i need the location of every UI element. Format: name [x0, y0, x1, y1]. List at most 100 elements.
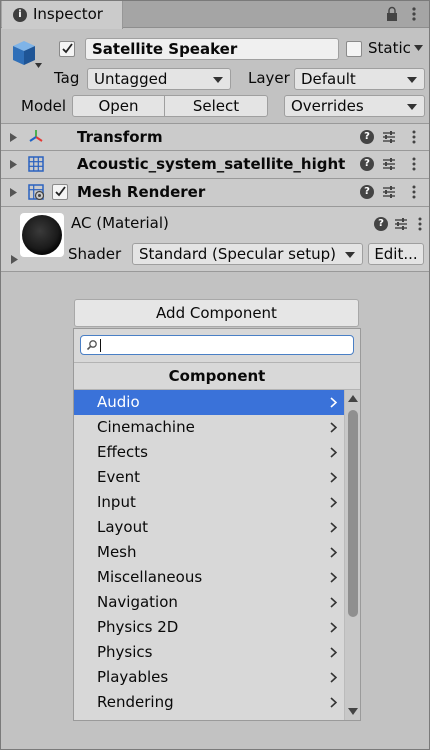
chevron-right-icon: [330, 522, 337, 533]
layer-value: Default: [301, 70, 356, 88]
presets-icon[interactable]: [382, 130, 396, 144]
component-category-item[interactable]: Mesh: [74, 540, 344, 565]
static-checkbox[interactable]: [346, 41, 362, 57]
scroll-up-arrow-icon[interactable]: [348, 395, 358, 402]
component-category-item[interactable]: Physics 2D: [74, 615, 344, 640]
component-category-label: Layout: [97, 518, 148, 536]
component-category-label: Mesh: [97, 543, 137, 561]
add-component-button[interactable]: Add Component: [74, 299, 359, 327]
open-button[interactable]: Open: [72, 95, 165, 117]
component-title: Acoustic_system_satellite_hight: [77, 155, 346, 173]
shader-value: Standard (Specular setup): [139, 245, 336, 263]
overrides-dropdown[interactable]: Overrides: [284, 95, 425, 117]
help-icon[interactable]: ?: [360, 130, 374, 144]
chevron-right-icon: [330, 697, 337, 708]
component-category-label: Navigation: [97, 593, 178, 611]
presets-icon[interactable]: [382, 157, 396, 171]
component-search-input[interactable]: [101, 337, 341, 353]
component-category-label: Physics: [97, 643, 153, 661]
help-icon[interactable]: ?: [360, 157, 374, 171]
tag-label: Tag: [54, 69, 80, 87]
more-options-icon[interactable]: [412, 156, 416, 172]
component-category-item[interactable]: Event: [74, 465, 344, 490]
object-name-field[interactable]: Satellite Speaker: [85, 38, 339, 60]
transform-icon: [29, 130, 43, 142]
checkmark-icon: [55, 186, 66, 197]
more-options-icon[interactable]: [412, 129, 416, 145]
active-checkbox[interactable]: [59, 41, 75, 57]
layer-label: Layer: [248, 69, 290, 87]
search-icon: [86, 340, 97, 351]
add-component-popup: Component Audio Cinemachine Effects Event In…: [73, 328, 361, 721]
chevron-right-icon: [330, 597, 337, 608]
presets-icon[interactable]: [394, 217, 408, 231]
help-icon[interactable]: ?: [360, 185, 374, 199]
material-preview-thumbnail[interactable]: [22, 215, 62, 255]
component-category-item[interactable]: Layout: [74, 515, 344, 540]
component-category-label: Event: [97, 468, 140, 486]
static-dropdown-icon[interactable]: [414, 45, 423, 51]
component-category-label: Miscellaneous: [97, 568, 203, 586]
more-options-icon[interactable]: [408, 6, 420, 22]
model-label: Model: [21, 97, 67, 115]
component-category-label: Effects: [97, 443, 148, 461]
lock-icon[interactable]: [385, 6, 399, 22]
component-transform[interactable]: Transform ?: [1, 123, 429, 151]
overrides-label: Overrides: [291, 97, 364, 115]
component-category-item[interactable]: Audio: [74, 390, 344, 415]
edit-shader-button[interactable]: Edit...: [368, 243, 424, 265]
foldout-arrow-icon[interactable]: [11, 255, 18, 264]
foldout-arrow-icon[interactable]: [10, 133, 17, 142]
presets-icon[interactable]: [382, 185, 396, 199]
select-button[interactable]: Select: [164, 95, 268, 117]
tab-inspector[interactable]: i Inspector: [2, 1, 123, 29]
mesh-renderer-enabled-checkbox[interactable]: [52, 184, 68, 200]
help-icon[interactable]: ?: [374, 217, 388, 231]
foldout-arrow-icon[interactable]: [10, 188, 17, 197]
chevron-right-icon: [330, 622, 337, 633]
tab-bar: i Inspector: [1, 1, 429, 29]
tab-label: Inspector: [33, 5, 103, 23]
chevron-right-icon: [330, 472, 337, 483]
component-category-item[interactable]: Rendering: [74, 690, 344, 715]
scrollbar-thumb[interactable]: [348, 410, 358, 617]
chevron-right-icon: [330, 572, 337, 583]
shader-label: Shader: [68, 245, 122, 263]
chevron-right-icon: [330, 397, 337, 408]
chevron-down-icon: [345, 252, 355, 258]
prefab-cube-icon[interactable]: [9, 37, 43, 73]
component-category-item[interactable]: Playables: [74, 665, 344, 690]
component-category-item[interactable]: Physics: [74, 640, 344, 665]
shader-dropdown[interactable]: Standard (Specular setup): [132, 243, 363, 265]
component-category-label: Input: [97, 493, 136, 511]
vertical-scrollbar[interactable]: [344, 390, 360, 720]
static-label: Static: [368, 39, 411, 57]
component-category-list: Audio Cinemachine Effects Event Input Layout M…: [74, 390, 344, 720]
component-title: Transform: [77, 128, 163, 146]
chevron-right-icon: [330, 447, 337, 458]
mesh-renderer-icon: [28, 184, 44, 200]
scroll-down-arrow-icon[interactable]: [348, 708, 358, 715]
foldout-arrow-icon[interactable]: [10, 160, 17, 169]
component-category-item[interactable]: Miscellaneous: [74, 565, 344, 590]
material-title: AC (Material): [71, 214, 169, 232]
component-category-label: Playables: [97, 668, 169, 686]
component-mesh-renderer[interactable]: Mesh Renderer ?: [1, 178, 429, 206]
component-category-label: Physics 2D: [97, 618, 179, 636]
component-mesh-filter[interactable]: Acoustic_system_satellite_hight ?: [1, 150, 429, 178]
more-options-icon[interactable]: [412, 184, 416, 200]
component-category-item[interactable]: Cinemachine: [74, 415, 344, 440]
chevron-right-icon: [330, 647, 337, 658]
component-category-item[interactable]: Navigation: [74, 590, 344, 615]
component-category-label: Rendering: [97, 693, 174, 711]
tag-dropdown[interactable]: Untagged: [87, 68, 231, 90]
chevron-right-icon: [330, 547, 337, 558]
component-category-item[interactable]: Effects: [74, 440, 344, 465]
mesh-filter-icon: [28, 156, 44, 172]
component-search-box[interactable]: [80, 335, 354, 355]
more-options-icon[interactable]: [418, 216, 422, 232]
chevron-down-icon: [407, 77, 417, 83]
checkmark-icon: [62, 43, 73, 54]
layer-dropdown[interactable]: Default: [294, 68, 425, 90]
component-category-item[interactable]: Input: [74, 490, 344, 515]
